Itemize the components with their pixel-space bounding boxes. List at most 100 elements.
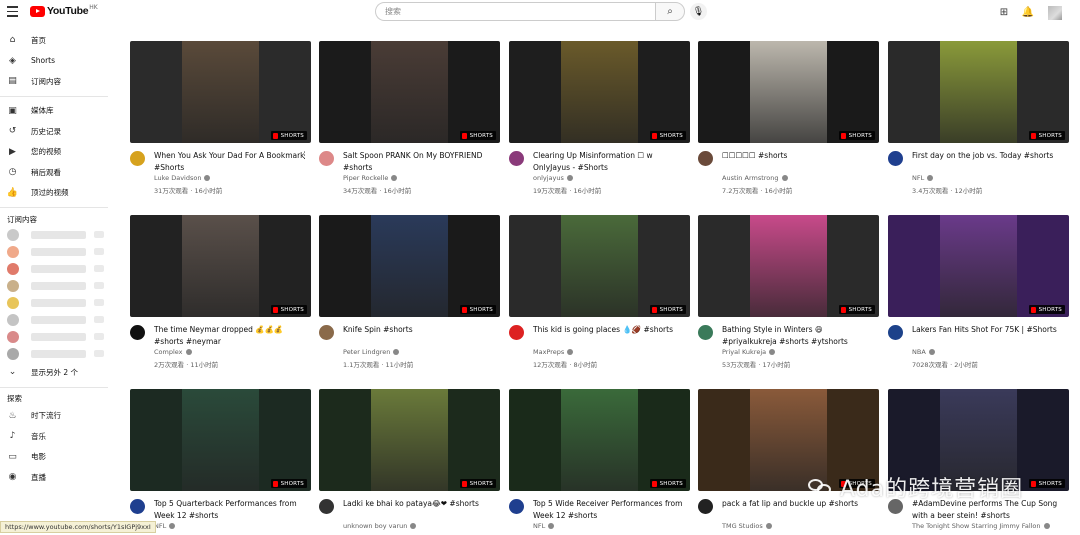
channel-name[interactable]: NBA xyxy=(912,348,935,356)
account-avatar[interactable] xyxy=(1048,6,1062,20)
video-thumbnail[interactable]: SHORTS xyxy=(888,41,1069,143)
subscription-item[interactable] xyxy=(0,226,112,243)
video-card[interactable]: SHORTS When You Ask Your Dad For A Bookma… xyxy=(130,41,311,199)
video-title[interactable]: Clearing Up Misinformation ☐ w OnlyJayus… xyxy=(533,150,688,173)
channel-name[interactable]: Priyal Kukreja xyxy=(722,348,776,356)
create-video-icon[interactable]: ⊞ xyxy=(997,5,1011,19)
subscription-item[interactable] xyxy=(0,328,112,345)
sidebar-item-library-0[interactable]: ▣ 媒体库 xyxy=(0,101,112,122)
sidebar-item-main-2[interactable]: ▤ 订阅内容 xyxy=(0,71,112,92)
video-card[interactable]: SHORTS First day on the job vs. Today #sh… xyxy=(888,41,1069,199)
video-thumbnail[interactable]: SHORTS xyxy=(130,215,311,317)
search-input[interactable]: 搜索 xyxy=(375,2,655,21)
video-card[interactable]: SHORTS Salt Spoon PRANK On My BOYFRIEND #… xyxy=(319,41,500,199)
channel-name[interactable]: Complex xyxy=(154,348,192,356)
video-card[interactable]: SHORTS This kid is going places 💧🏈 #short… xyxy=(509,215,690,373)
channel-avatar[interactable] xyxy=(888,325,903,340)
channel-name[interactable]: MaxPreps xyxy=(533,348,574,356)
video-title[interactable]: Top 5 Quarterback Performances from Week… xyxy=(154,498,309,521)
channel-avatar[interactable] xyxy=(319,151,334,166)
video-card[interactable]: SHORTS pack a fat lip and buckle up #shor… xyxy=(698,389,879,535)
channel-name[interactable]: Luke Davidson xyxy=(154,174,211,182)
channel-avatar[interactable] xyxy=(509,499,524,514)
video-card[interactable]: SHORTS The time Neymar dropped 💰💰💰 #short… xyxy=(130,215,311,373)
channel-name[interactable]: NFL xyxy=(912,174,934,182)
channel-name[interactable]: The Tonight Show Starring Jimmy Fallon xyxy=(912,522,1050,530)
channel-avatar[interactable] xyxy=(698,325,713,340)
video-thumbnail[interactable]: SHORTS xyxy=(130,41,311,143)
video-card[interactable]: SHORTS Top 5 Quarterback Performances fro… xyxy=(130,389,311,535)
video-thumbnail[interactable]: SHORTS xyxy=(319,215,500,317)
channel-name[interactable]: onlyjayus xyxy=(533,174,573,182)
sidebar-item-explore-1[interactable]: ♪ 音乐 xyxy=(0,426,112,447)
channel-avatar[interactable] xyxy=(698,151,713,166)
menu-icon[interactable] xyxy=(7,6,18,17)
sidebar-item-explore-0[interactable]: ♨ 时下流行 xyxy=(0,406,112,427)
video-card[interactable]: SHORTS Top 5 Wide Receiver Performances f… xyxy=(509,389,690,535)
video-thumbnail[interactable]: SHORTS xyxy=(319,389,500,491)
sidebar-item-main-1[interactable]: ◈ Shorts xyxy=(0,51,112,72)
video-title[interactable]: This kid is going places 💧🏈 #shorts xyxy=(533,324,688,336)
video-title[interactable]: Knife Spin #shorts xyxy=(343,324,498,336)
subscription-item[interactable] xyxy=(0,243,112,260)
channel-avatar[interactable] xyxy=(319,325,334,340)
video-thumbnail[interactable]: SHORTS xyxy=(509,41,690,143)
video-title[interactable]: The time Neymar dropped 💰💰💰 #shorts #ney… xyxy=(154,324,309,347)
channel-name[interactable]: NFL xyxy=(533,522,555,530)
video-thumbnail[interactable]: SHORTS xyxy=(130,389,311,491)
channel-name[interactable]: NFL xyxy=(154,522,176,530)
channel-avatar[interactable] xyxy=(509,325,524,340)
sidebar-item-library-1[interactable]: ↺ 历史记录 xyxy=(0,121,112,142)
youtube-logo[interactable]: YouTube HK xyxy=(30,4,98,18)
search-button[interactable]: ⌕ xyxy=(655,2,685,21)
channel-name[interactable]: Piper Rockelle xyxy=(343,174,398,182)
video-title[interactable]: Lakers Fan Hits Shot For 75K | #Shorts xyxy=(912,324,1067,336)
channel-avatar[interactable] xyxy=(698,499,713,514)
notifications-icon[interactable]: 🔔 xyxy=(1021,5,1035,19)
video-thumbnail[interactable]: SHORTS xyxy=(698,215,879,317)
sidebar-item-explore-2[interactable]: ▭ 电影 xyxy=(0,447,112,468)
sidebar-item-library-4[interactable]: 👍 顶过的视频 xyxy=(0,183,112,204)
subscription-item[interactable] xyxy=(0,277,112,294)
video-title[interactable]: When You Ask Your Dad For A Bookmark #Sh… xyxy=(154,150,309,173)
video-thumbnail[interactable]: SHORTS xyxy=(509,389,690,491)
video-card[interactable]: SHORTS Knife Spin #shorts Peter Lindgren 1.… xyxy=(319,215,500,373)
video-title[interactable]: Bathing Style in Winters 😄 #priyalkukrej… xyxy=(722,324,877,347)
channel-name[interactable]: unknown boy varun xyxy=(343,522,417,530)
video-card[interactable]: SHORTS Bathing Style in Winters 😄 #priyal… xyxy=(698,215,879,373)
video-title[interactable]: ☐☐☐☐☐ #shorts xyxy=(722,150,877,162)
video-card[interactable]: SHORTS ☐☐☐☐☐ #shorts Austin Armstrong 7.2万次… xyxy=(698,41,879,199)
sidebar-item-explore-3[interactable]: ◉ 直播 xyxy=(0,467,112,488)
video-thumbnail[interactable]: SHORTS xyxy=(888,215,1069,317)
video-thumbnail[interactable]: SHORTS xyxy=(509,215,690,317)
channel-avatar[interactable] xyxy=(319,499,334,514)
sidebar-item-library-3[interactable]: ◷ 稍后观看 xyxy=(0,162,112,183)
video-card[interactable]: SHORTS Ladki ke bhai ko pataya😂❤ #shorts u… xyxy=(319,389,500,535)
channel-avatar[interactable] xyxy=(888,151,903,166)
channel-avatar[interactable] xyxy=(509,151,524,166)
video-card[interactable]: SHORTS Clearing Up Misinformation ☐ w Onl… xyxy=(509,41,690,199)
video-title[interactable]: Salt Spoon PRANK On My BOYFRIEND #shorts xyxy=(343,150,498,173)
voice-search-icon[interactable]: 🎙 xyxy=(690,3,707,20)
video-title[interactable]: Ladki ke bhai ko pataya😂❤ #shorts xyxy=(343,498,498,510)
channel-name[interactable]: Austin Armstrong xyxy=(722,174,788,182)
subscription-item[interactable] xyxy=(0,260,112,277)
subscription-item[interactable] xyxy=(0,294,112,311)
channel-name[interactable]: TMG Studios xyxy=(722,522,772,530)
channel-name[interactable]: Peter Lindgren xyxy=(343,348,400,356)
subscription-item[interactable] xyxy=(0,345,112,362)
video-card[interactable]: SHORTS #AdamDevine performs The Cup Song … xyxy=(888,389,1069,535)
channel-avatar[interactable] xyxy=(130,325,145,340)
video-thumbnail[interactable]: SHORTS xyxy=(319,41,500,143)
sidebar-item-library-2[interactable]: ▶ 您的视频 xyxy=(0,142,112,163)
channel-avatar[interactable] xyxy=(130,499,145,514)
more-options-icon[interactable]: ⋮ xyxy=(300,151,309,161)
video-thumbnail[interactable]: SHORTS xyxy=(698,41,879,143)
sidebar-item-main-0[interactable]: ⌂ 首页 xyxy=(0,30,112,51)
video-title[interactable]: First day on the job vs. Today #shorts xyxy=(912,150,1067,162)
channel-avatar[interactable] xyxy=(130,151,145,166)
sidebar-item-show-more[interactable]: ⌄ 显示另外 2 个 xyxy=(0,362,112,383)
video-card[interactable]: SHORTS Lakers Fan Hits Shot For 75K | #Sh… xyxy=(888,215,1069,373)
video-title[interactable]: Top 5 Wide Receiver Performances from We… xyxy=(533,498,688,521)
subscription-item[interactable] xyxy=(0,311,112,328)
